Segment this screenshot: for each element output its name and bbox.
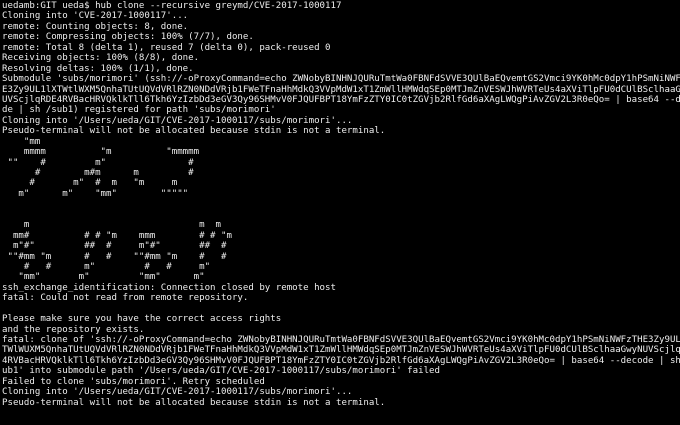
ascii-art-line: # m#m m # [2,168,194,178]
output-line: TWlWUXM5QnhaTUtUQVdVRlRZN0NDdVRjb1FWeTFn… [2,345,680,356]
ascii-art-line: m"#" ## # m"#" ## # [2,241,227,252]
ascii-art-line: "mm" m" "mm" m" [2,272,205,283]
ascii-art-line: "mm [2,136,41,147]
ascii-art-line [2,210,680,220]
output-line: UVScjlqRDE4RVBacHRVQklkTll6Tkh6YzIzbDd3e… [2,94,680,105]
output-line: ssh_exchange_identification: Connection … [2,282,336,293]
ascii-art-line: ""#mm "m # # ""#mm "m # # [2,251,227,262]
ascii-art-line: mm# # # "m mmm # # "m [2,230,232,241]
terminal-output: uedamb:GIT ueda$ hub clone --recursive g… [2,1,680,408]
output-line: Cloning into '/Users/ueda/GIT/CVE-2017-1… [2,387,353,398]
output-line: Resolving deltas: 100% (1/1), done. [2,63,194,74]
output-line: Please make sure you have the correct ac… [2,314,282,325]
ascii-art-line: m m m [2,220,221,231]
prompt-line: uedamb:GIT ueda$ hub clone --recursive g… [2,1,342,11]
ascii-art-line: "" # m" # [2,157,194,168]
output-line: remote: Total 8 (delta 1), reused 7 (del… [2,42,331,53]
output-line: remote: Compressing objects: 100% (7/7),… [2,32,254,43]
output-line: 4RVBacHRVQklkTll6Tkh6YzIzbDd3eGV3Qy96SHM… [2,355,680,366]
output-line: Submodule 'subs/morimori' (ssh://-oProxy… [2,74,680,85]
output-line: Cloning into 'CVE-2017-1000117'... [2,11,189,22]
output-line: fatal: Could not read from remote reposi… [2,293,249,304]
output-line: remote: Counting objects: 8, done. [2,21,189,32]
output-line: E3Zy9UL1lXTWtlWXM5QnhaTUtUQVdVRlRZN0NDdV… [2,84,680,95]
output-line: Cloning into '/Users/ueda/GIT/CVE-2017-1… [2,115,353,126]
ascii-art-line: # m" # m "m m [2,178,178,189]
output-line: de | sh /sub1) registered for path 'subs… [2,105,276,116]
ascii-art-line: # # m" # # m" [2,261,211,272]
output-line: Failed to clone 'subs/morimori'. Retry s… [2,376,265,387]
output-line: fatal: clone of 'ssh://-oProxyCommand=ec… [2,335,680,345]
output-line: Receiving objects: 100% (8/8), done. [2,53,200,64]
output-line: Pseudo-terminal will not be allocated be… [2,397,386,408]
output-line: and the repository exists. [2,324,145,335]
output-line: ub1' into submodule path '/Users/ueda/GI… [2,366,440,377]
ascii-art-line: m" m" "mm" """"" [2,188,189,199]
terminal-window[interactable]: uedamb:GIT ueda$ hub clone --recursive g… [0,0,680,425]
ascii-art-line [2,199,680,209]
output-line: Pseudo-terminal will not be allocated be… [2,126,386,137]
ascii-art-line: mmmm "m "mmmmm [2,147,200,158]
